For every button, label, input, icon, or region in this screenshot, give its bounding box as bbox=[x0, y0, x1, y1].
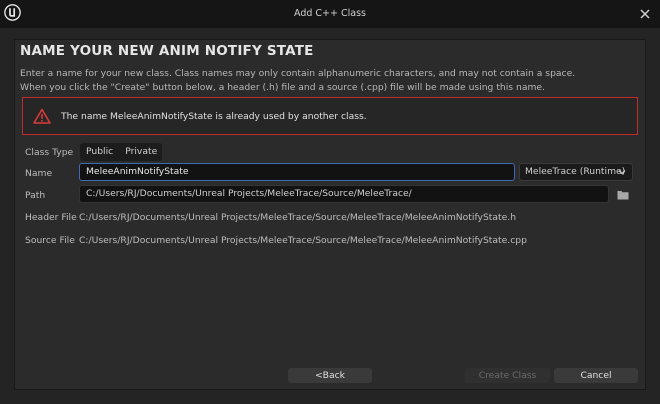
close-icon[interactable] bbox=[638, 7, 652, 21]
header-file-value: C:/Users/RJ/Documents/Unreal Projects/Me… bbox=[79, 212, 517, 223]
path-input[interactable]: C:/Users/RJ/Documents/Unreal Projects/Me… bbox=[79, 185, 609, 203]
description-line-1: Enter a name for your new class. Class n… bbox=[20, 68, 576, 79]
class-type-public[interactable]: Public bbox=[80, 143, 119, 161]
title-bar: Add C++ Class bbox=[0, 0, 660, 28]
back-button[interactable]: <Back bbox=[288, 368, 372, 383]
chevron-down-icon bbox=[618, 170, 626, 175]
create-class-button[interactable]: Create Class bbox=[465, 368, 550, 383]
error-message: The name MeleeAnimNotifyState is already… bbox=[61, 111, 367, 122]
cancel-button[interactable]: Cancel bbox=[554, 368, 638, 383]
header-file-label: Header File bbox=[25, 212, 77, 223]
path-label: Path bbox=[25, 190, 46, 201]
class-name-input[interactable]: MeleeAnimNotifyState bbox=[79, 163, 515, 181]
module-dropdown[interactable]: MeleeTrace (Runtime) bbox=[519, 163, 633, 181]
class-type-label: Class Type bbox=[25, 147, 74, 158]
source-file-label: Source File bbox=[25, 235, 75, 246]
description-line-2: When you click the "Create" button below… bbox=[20, 82, 545, 93]
class-type-selector: Public Private bbox=[80, 143, 162, 161]
module-selected: MeleeTrace (Runtime) bbox=[525, 166, 626, 177]
warning-icon bbox=[33, 108, 51, 124]
name-label: Name bbox=[25, 168, 53, 179]
folder-icon[interactable] bbox=[617, 190, 629, 200]
window-title: Add C++ Class bbox=[294, 8, 366, 19]
page-title: NAME YOUR NEW ANIM NOTIFY STATE bbox=[20, 43, 314, 59]
class-type-private[interactable]: Private bbox=[119, 143, 163, 161]
error-banner: The name MeleeAnimNotifyState is already… bbox=[22, 97, 638, 135]
source-file-value: C:/Users/RJ/Documents/Unreal Projects/Me… bbox=[79, 235, 527, 246]
